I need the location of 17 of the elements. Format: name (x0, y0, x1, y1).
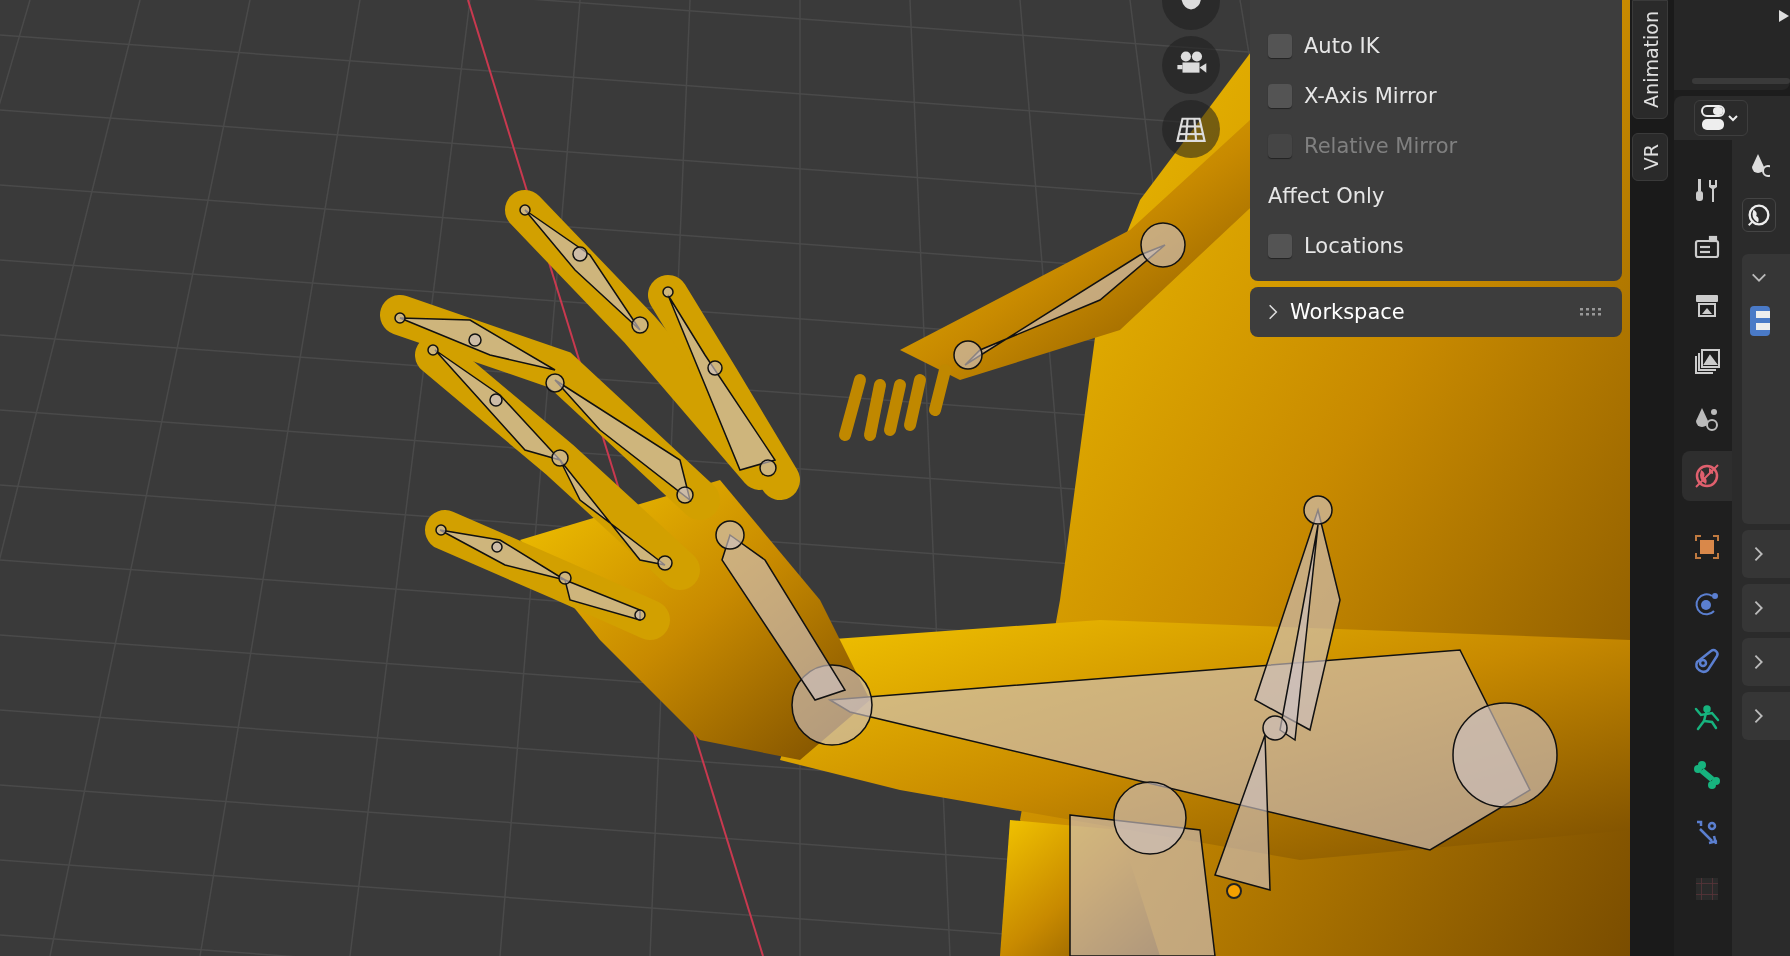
editor-type-dropdown[interactable] (1694, 100, 1748, 136)
sidebar-tab[interactable]: VR (1632, 132, 1668, 182)
drag-grip-icon[interactable] (1580, 308, 1604, 316)
datablock-icon[interactable] (1750, 306, 1770, 336)
sidebar-tab[interactable]: Animation (1632, 0, 1668, 119)
chevron-icon (1268, 303, 1278, 321)
option-checkbox[interactable]: Auto IK (1268, 21, 1622, 71)
workspace-panel-header[interactable]: Workspace (1250, 287, 1622, 337)
option-checkbox[interactable]: Locations (1268, 221, 1622, 271)
grid-icon[interactable] (1162, 100, 1220, 158)
globe-button[interactable] (1742, 198, 1776, 232)
play-icon[interactable] (1779, 10, 1789, 22)
section-heading: Affect Only (1268, 183, 1386, 210)
option-checkbox[interactable]: X-Axis Mirror (1268, 71, 1622, 121)
globe-icon[interactable] (1682, 451, 1732, 501)
scrollbar[interactable] (1692, 78, 1790, 84)
origin-dot-icon (1226, 883, 1242, 899)
